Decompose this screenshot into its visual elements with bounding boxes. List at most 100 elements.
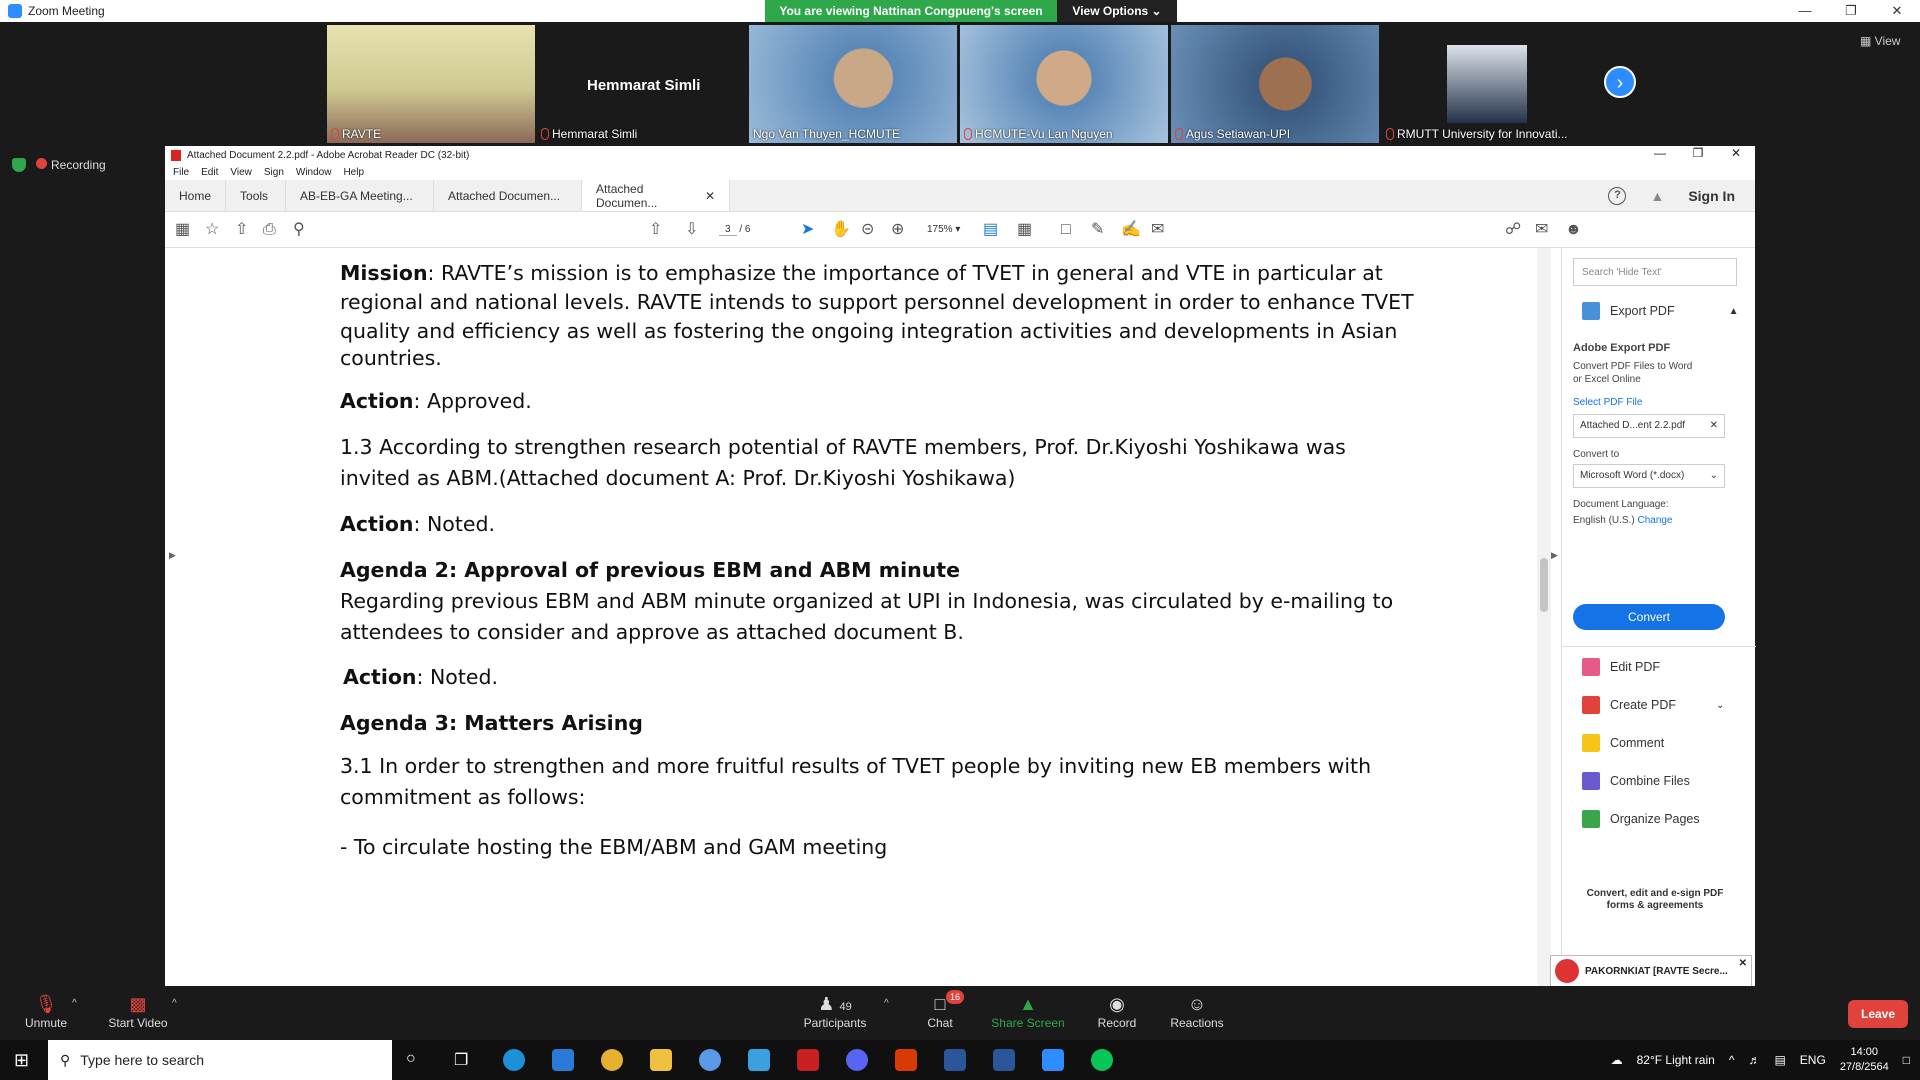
tool-combine-files[interactable]: Combine Files: [1582, 772, 1690, 790]
tool-edit-pdf[interactable]: Edit PDF: [1582, 658, 1660, 676]
chrome-icon[interactable]: [601, 1049, 623, 1071]
windows-start-icon[interactable]: ⊞: [14, 1050, 29, 1071]
right-pane-toggle-icon[interactable]: ▶: [1551, 550, 1558, 561]
page-layout-icon[interactable]: ▤: [983, 220, 998, 240]
record-button[interactable]: ◉ Record: [1077, 992, 1157, 1030]
task-view-icon[interactable]: ❐: [454, 1050, 468, 1070]
next-page-icon[interactable]: ⇩: [685, 220, 698, 240]
file-explorer-icon[interactable]: [650, 1049, 672, 1071]
video-tile-hemmarat[interactable]: Hemmarat Simli Hemmarat Simli: [537, 25, 745, 143]
left-pane-toggle-icon[interactable]: ▶: [169, 550, 176, 561]
volume-icon[interactable]: ♬: [1748, 1053, 1760, 1067]
game-app-icon[interactable]: [797, 1049, 819, 1071]
scroll-mode-icon[interactable]: ▦: [1017, 220, 1032, 240]
line-icon[interactable]: [1091, 1049, 1113, 1071]
chevron-up-icon[interactable]: ▲: [1729, 306, 1739, 317]
select-cursor-icon[interactable]: ➤: [801, 220, 814, 240]
bell-icon[interactable]: ▲: [1650, 188, 1664, 204]
word-icon[interactable]: [944, 1049, 966, 1071]
store-icon[interactable]: [748, 1049, 770, 1071]
next-page-arrow-icon[interactable]: ›: [1604, 66, 1636, 98]
menu-view[interactable]: View: [230, 167, 252, 178]
menu-sign[interactable]: Sign: [264, 167, 284, 178]
taskbar-clock[interactable]: 14:00 27/8/2564: [1840, 1045, 1889, 1075]
select-pdf-file-link[interactable]: Select PDF File: [1573, 396, 1642, 409]
share-screen-button[interactable]: ▲ Share Screen: [988, 992, 1068, 1030]
export-pdf-header[interactable]: Export PDF ▲: [1582, 302, 1739, 320]
tool-comment[interactable]: Comment: [1582, 734, 1664, 752]
convert-format-dropdown[interactable]: Microsoft Word (*.docx) ⌄: [1573, 464, 1725, 488]
chat-notification-popup[interactable]: PAKORNKIAT [RAVTE Secre... ✕: [1550, 955, 1752, 987]
upload-icon[interactable]: ⇧: [235, 220, 248, 240]
weather-text[interactable]: 82°F Light rain: [1637, 1053, 1715, 1067]
tab-tools[interactable]: Tools: [226, 180, 287, 211]
menu-file[interactable]: File: [173, 167, 189, 178]
acrobat-restore-button[interactable]: ❐: [1679, 146, 1717, 160]
tab-document-3[interactable]: Attached Documen... ✕: [582, 180, 731, 211]
menu-window[interactable]: Window: [296, 167, 332, 178]
print-icon[interactable]: ⎙: [263, 220, 276, 240]
notification-center-icon[interactable]: □: [1903, 1053, 1910, 1067]
word-doc-icon[interactable]: [993, 1049, 1015, 1071]
chat-button[interactable]: □ 16 Chat: [900, 990, 980, 1030]
tab-document-2[interactable]: Attached Documen...: [434, 180, 583, 211]
menu-edit[interactable]: Edit: [201, 167, 218, 178]
search-icon[interactable]: ⚲: [293, 220, 305, 240]
edge-icon[interactable]: [503, 1049, 525, 1071]
participants-caret-icon[interactable]: ^: [884, 998, 889, 1009]
tray-chevron-icon[interactable]: ^: [1729, 1053, 1735, 1067]
network-icon[interactable]: ▤: [1774, 1053, 1785, 1067]
email-icon[interactable]: ✉: [1535, 220, 1548, 240]
app-icon[interactable]: [699, 1049, 721, 1071]
zoom-out-icon[interactable]: ⊝: [861, 220, 874, 240]
video-tile-ravte[interactable]: RAVTE: [327, 25, 535, 143]
comment-icon[interactable]: □: [1061, 220, 1071, 240]
fill-sign-icon[interactable]: ✉: [1151, 220, 1164, 240]
view-button[interactable]: ▦ View: [1860, 34, 1900, 48]
taskbar-search-box[interactable]: ⚲ Type here to search: [48, 1040, 392, 1080]
view-options-button[interactable]: View Options ⌄: [1057, 0, 1177, 22]
audio-options-caret-icon[interactable]: ^: [72, 998, 77, 1009]
menu-help[interactable]: Help: [343, 167, 364, 178]
office-icon[interactable]: [895, 1049, 917, 1071]
participants-button[interactable]: ♟ 49 Participants: [795, 992, 875, 1030]
bookmark-star-icon[interactable]: ☆: [205, 220, 219, 240]
help-icon[interactable]: ?: [1608, 187, 1627, 205]
restore-button[interactable]: ❐: [1828, 0, 1874, 22]
video-options-caret-icon[interactable]: ^: [172, 998, 177, 1009]
minimize-button[interactable]: —: [1782, 0, 1828, 22]
mail-icon[interactable]: [552, 1049, 574, 1071]
selected-file-field[interactable]: Attached D...ent 2.2.pdf ✕: [1573, 414, 1725, 438]
cortana-icon[interactable]: ○: [406, 1050, 416, 1068]
document-scrollbar[interactable]: [1537, 248, 1551, 986]
reactions-button[interactable]: ☺ Reactions: [1157, 992, 1237, 1030]
zoom-level-dropdown[interactable]: 175% ▾: [927, 220, 960, 240]
share-link-icon[interactable]: ☍: [1505, 220, 1521, 240]
save-icon[interactable]: ▦: [175, 220, 190, 240]
remove-file-icon[interactable]: ✕: [1710, 420, 1718, 432]
add-user-icon[interactable]: ☻: [1565, 220, 1582, 240]
tab-home[interactable]: Home: [165, 180, 227, 211]
page-number-input[interactable]: 3: [719, 224, 737, 236]
hand-tool-icon[interactable]: ✋: [831, 220, 851, 240]
video-tile-rmutt[interactable]: RMUTT University for Innovati...: [1382, 25, 1590, 143]
sign-in-button[interactable]: Sign In: [1688, 188, 1735, 204]
close-popup-icon[interactable]: ✕: [1739, 958, 1747, 969]
sign-icon[interactable]: ✍: [1121, 220, 1141, 240]
acrobat-minimize-button[interactable]: —: [1641, 146, 1679, 160]
highlight-pen-icon[interactable]: ✎: [1091, 220, 1104, 240]
tool-organize-pages[interactable]: Organize Pages: [1582, 810, 1700, 828]
video-tile-agus[interactable]: Agus Setiawan-UPI: [1171, 25, 1379, 143]
zoom-taskbar-icon[interactable]: [1042, 1049, 1064, 1071]
acrobat-close-button[interactable]: ✕: [1717, 146, 1755, 160]
language-indicator[interactable]: ENG: [1800, 1053, 1826, 1067]
video-tile-ngo[interactable]: Ngo Van Thuyen_HCMUTE: [749, 25, 957, 143]
chevron-down-icon[interactable]: ⌄: [1716, 700, 1724, 711]
convert-button[interactable]: Convert: [1573, 604, 1725, 630]
tools-search-input[interactable]: Search 'Hide Text': [1573, 258, 1737, 286]
tool-create-pdf[interactable]: Create PDF ⌄: [1582, 696, 1724, 714]
pdf-document-view[interactable]: Mission: RAVTE’s mission is to emphasize…: [165, 248, 1537, 986]
leave-button[interactable]: Leave: [1848, 1000, 1908, 1028]
tab-document-1[interactable]: AB-EB-GA Meeting...: [286, 180, 435, 211]
close-tab-icon[interactable]: ✕: [705, 189, 715, 203]
